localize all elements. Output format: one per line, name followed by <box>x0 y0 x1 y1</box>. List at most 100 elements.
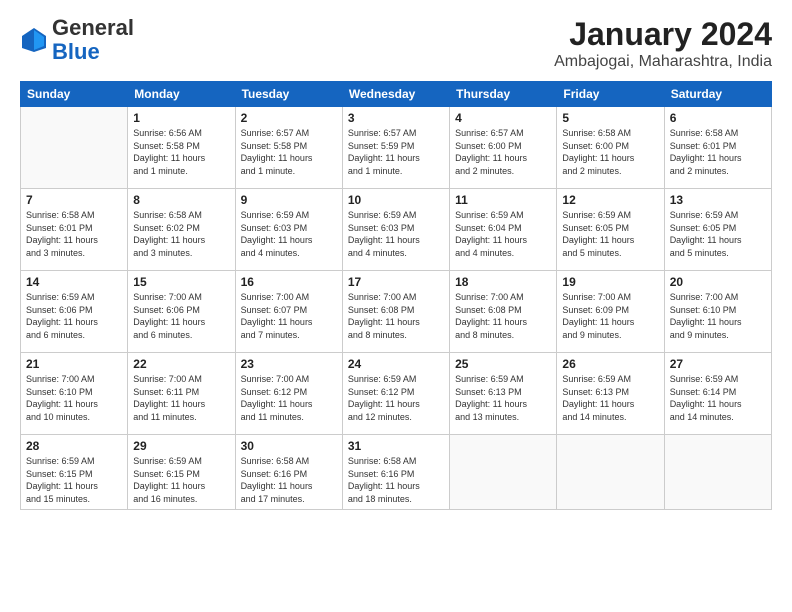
day-info: Sunrise: 6:59 AMSunset: 6:06 PMDaylight:… <box>26 291 122 341</box>
day-number: 2 <box>241 111 337 125</box>
day-number: 4 <box>455 111 551 125</box>
calendar-week-row: 14Sunrise: 6:59 AMSunset: 6:06 PMDayligh… <box>21 271 772 353</box>
day-number: 8 <box>133 193 229 207</box>
calendar-week-row: 21 Sunrise: 7:00 AMSunset: 6:10 PMDayligh… <box>21 353 772 435</box>
calendar-cell: 5 Sunrise: 6:58 AMSunset: 6:00 PMDaylight… <box>557 107 664 189</box>
day-number: 19 <box>562 275 658 289</box>
day-info: Sunrise: 6:58 AMSunset: 6:01 PMDaylight:… <box>670 127 766 177</box>
day-number: 6 <box>670 111 766 125</box>
day-number: 15 <box>133 275 229 289</box>
day-info: Sunrise: 6:59 AMSunset: 6:13 PMDaylight:… <box>455 373 551 423</box>
calendar-cell: 25 Sunrise: 6:59 AMSunset: 6:13 PMDayligh… <box>450 353 557 435</box>
day-number: 7 <box>26 193 122 207</box>
day-number: 31 <box>348 439 444 453</box>
day-number: 3 <box>348 111 444 125</box>
day-number: 27 <box>670 357 766 371</box>
header: General Blue January 2024 Ambajogai, Mah… <box>20 16 772 71</box>
logo: General Blue <box>20 16 134 64</box>
day-info: Sunrise: 7:00 AMSunset: 6:09 PMDaylight:… <box>562 291 658 341</box>
calendar-cell: 11Sunrise: 6:59 AMSunset: 6:04 PMDayligh… <box>450 189 557 271</box>
day-info: Sunrise: 6:58 AMSunset: 6:16 PMDaylight:… <box>348 455 444 505</box>
day-number: 9 <box>241 193 337 207</box>
calendar-cell: 21 Sunrise: 7:00 AMSunset: 6:10 PMDayligh… <box>21 353 128 435</box>
day-number: 22 <box>133 357 229 371</box>
day-info: Sunrise: 6:59 AMSunset: 6:15 PMDaylight:… <box>133 455 229 505</box>
day-info: Sunrise: 6:58 AMSunset: 6:00 PMDaylight:… <box>562 127 658 177</box>
calendar-cell <box>450 435 557 510</box>
day-number: 5 <box>562 111 658 125</box>
calendar-cell: 24 Sunrise: 6:59 AMSunset: 6:12 PMDayligh… <box>342 353 449 435</box>
day-info: Sunrise: 6:59 AMSunset: 6:15 PMDaylight:… <box>26 455 122 505</box>
day-number: 17 <box>348 275 444 289</box>
calendar-cell <box>21 107 128 189</box>
day-number: 30 <box>241 439 337 453</box>
calendar-cell: 16Sunrise: 7:00 AMSunset: 6:07 PMDayligh… <box>235 271 342 353</box>
calendar-week-row: 28 Sunrise: 6:59 AMSunset: 6:15 PMDayligh… <box>21 435 772 510</box>
day-number: 24 <box>348 357 444 371</box>
logo-text: General Blue <box>52 16 134 64</box>
day-number: 13 <box>670 193 766 207</box>
day-info: Sunrise: 6:59 AMSunset: 6:03 PMDaylight:… <box>348 209 444 259</box>
calendar-cell: 1 Sunrise: 6:56 AMSunset: 5:58 PMDaylight… <box>128 107 235 189</box>
calendar-cell: 2 Sunrise: 6:57 AMSunset: 5:58 PMDaylight… <box>235 107 342 189</box>
calendar-cell: 18 Sunrise: 7:00 AMSunset: 6:08 PMDayligh… <box>450 271 557 353</box>
calendar-cell: 19 Sunrise: 7:00 AMSunset: 6:09 PMDayligh… <box>557 271 664 353</box>
day-header-thursday: Thursday <box>450 82 557 107</box>
calendar-cell: 23 Sunrise: 7:00 AMSunset: 6:12 PMDayligh… <box>235 353 342 435</box>
day-info: Sunrise: 6:57 AMSunset: 5:58 PMDaylight:… <box>241 127 337 177</box>
calendar-cell: 30Sunrise: 6:58 AMSunset: 6:16 PMDayligh… <box>235 435 342 510</box>
location: Ambajogai, Maharashtra, India <box>554 53 772 71</box>
day-number: 25 <box>455 357 551 371</box>
day-info: Sunrise: 7:00 AMSunset: 6:11 PMDaylight:… <box>133 373 229 423</box>
calendar-cell: 15 Sunrise: 7:00 AMSunset: 6:06 PMDayligh… <box>128 271 235 353</box>
day-info: Sunrise: 6:59 AMSunset: 6:05 PMDaylight:… <box>670 209 766 259</box>
title-block: January 2024 Ambajogai, Maharashtra, Ind… <box>554 16 772 71</box>
day-header-tuesday: Tuesday <box>235 82 342 107</box>
calendar-cell: 29Sunrise: 6:59 AMSunset: 6:15 PMDayligh… <box>128 435 235 510</box>
day-number: 12 <box>562 193 658 207</box>
calendar-cell: 7Sunrise: 6:58 AMSunset: 6:01 PMDaylight… <box>21 189 128 271</box>
day-header-wednesday: Wednesday <box>342 82 449 107</box>
day-number: 28 <box>26 439 122 453</box>
day-info: Sunrise: 6:59 AMSunset: 6:13 PMDaylight:… <box>562 373 658 423</box>
calendar-week-row: 7Sunrise: 6:58 AMSunset: 6:01 PMDaylight… <box>21 189 772 271</box>
day-header-sunday: Sunday <box>21 82 128 107</box>
day-info: Sunrise: 6:59 AMSunset: 6:12 PMDaylight:… <box>348 373 444 423</box>
calendar-cell <box>557 435 664 510</box>
day-header-monday: Monday <box>128 82 235 107</box>
calendar-cell: 22 Sunrise: 7:00 AMSunset: 6:11 PMDayligh… <box>128 353 235 435</box>
day-number: 21 <box>26 357 122 371</box>
day-header-saturday: Saturday <box>664 82 771 107</box>
logo-icon <box>20 26 48 54</box>
page: General Blue January 2024 Ambajogai, Mah… <box>0 0 792 612</box>
calendar-cell <box>664 435 771 510</box>
calendar-cell: 31 Sunrise: 6:58 AMSunset: 6:16 PMDayligh… <box>342 435 449 510</box>
calendar: SundayMondayTuesdayWednesdayThursdayFrid… <box>20 81 772 510</box>
day-info: Sunrise: 7:00 AMSunset: 6:07 PMDaylight:… <box>241 291 337 341</box>
day-info: Sunrise: 7:00 AMSunset: 6:06 PMDaylight:… <box>133 291 229 341</box>
day-info: Sunrise: 7:00 AMSunset: 6:08 PMDaylight:… <box>455 291 551 341</box>
calendar-cell: 9Sunrise: 6:59 AMSunset: 6:03 PMDaylight… <box>235 189 342 271</box>
calendar-cell: 3 Sunrise: 6:57 AMSunset: 5:59 PMDaylight… <box>342 107 449 189</box>
day-info: Sunrise: 6:56 AMSunset: 5:58 PMDaylight:… <box>133 127 229 177</box>
calendar-cell: 27Sunrise: 6:59 AMSunset: 6:14 PMDayligh… <box>664 353 771 435</box>
day-info: Sunrise: 7:00 AMSunset: 6:12 PMDaylight:… <box>241 373 337 423</box>
day-info: Sunrise: 6:57 AMSunset: 5:59 PMDaylight:… <box>348 127 444 177</box>
month-year: January 2024 <box>554 16 772 53</box>
day-number: 1 <box>133 111 229 125</box>
calendar-cell: 6 Sunrise: 6:58 AMSunset: 6:01 PMDaylight… <box>664 107 771 189</box>
day-number: 26 <box>562 357 658 371</box>
calendar-cell: 12 Sunrise: 6:59 AMSunset: 6:05 PMDayligh… <box>557 189 664 271</box>
day-number: 23 <box>241 357 337 371</box>
calendar-header-row: SundayMondayTuesdayWednesdayThursdayFrid… <box>21 82 772 107</box>
day-info: Sunrise: 7:00 AMSunset: 6:10 PMDaylight:… <box>26 373 122 423</box>
day-header-friday: Friday <box>557 82 664 107</box>
day-info: Sunrise: 7:00 AMSunset: 6:08 PMDaylight:… <box>348 291 444 341</box>
calendar-cell: 8Sunrise: 6:58 AMSunset: 6:02 PMDaylight… <box>128 189 235 271</box>
logo-blue: Blue <box>52 39 100 64</box>
day-number: 18 <box>455 275 551 289</box>
calendar-cell: 4Sunrise: 6:57 AMSunset: 6:00 PMDaylight… <box>450 107 557 189</box>
calendar-cell: 13 Sunrise: 6:59 AMSunset: 6:05 PMDayligh… <box>664 189 771 271</box>
day-info: Sunrise: 6:59 AMSunset: 6:05 PMDaylight:… <box>562 209 658 259</box>
logo-general: General <box>52 15 134 40</box>
